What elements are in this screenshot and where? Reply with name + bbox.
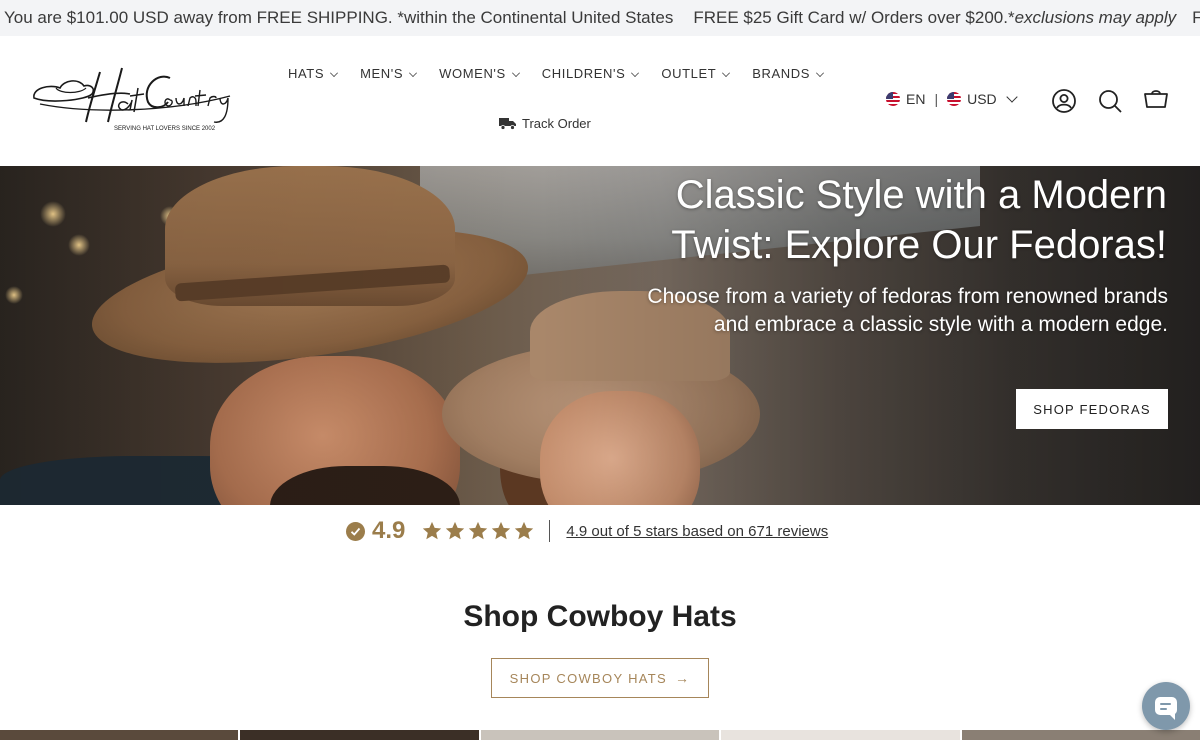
chevron-down-icon [511, 68, 520, 77]
chevron-down-icon [722, 68, 731, 77]
product-image-strip [0, 730, 1200, 740]
chat-icon [1155, 697, 1177, 720]
main-nav: HATS MEN'S WOMEN'S CHILDREN'S OUTLET BRA… [288, 66, 846, 81]
shop-fedoras-button[interactable]: SHOP FEDORAS [1016, 389, 1168, 429]
search-button[interactable] [1097, 88, 1123, 114]
hero-banner: Classic Style with a Modern Twist: Explo… [0, 166, 1200, 505]
announcement-bar: You are $101.00 USD away from FREE SHIPP… [0, 0, 1200, 36]
gift-card-note: exclusions may apply [1014, 8, 1177, 27]
product-card-image[interactable] [240, 730, 479, 740]
site-logo[interactable]: SERVING HAT LOVERS SINCE 2002 [30, 64, 235, 136]
cart-button[interactable] [1143, 88, 1169, 114]
site-header: SERVING HAT LOVERS SINCE 2002 HATS MEN'S… [0, 36, 1200, 166]
gift-card-main: FREE $25 Gift Card w/ Orders over $200.* [693, 8, 1015, 27]
chat-widget-button[interactable] [1142, 682, 1190, 730]
locale-separator: | [934, 91, 939, 107]
reviews-summary: 4.9 4.9 out of 5 stars based on 671 revi… [346, 516, 828, 546]
nav-item-label: CHILDREN'S [541, 66, 626, 81]
language-value: EN [906, 91, 926, 107]
hat-country-logo-icon: SERVING HAT LOVERS SINCE 2002 [33, 67, 231, 132]
product-card-image[interactable] [480, 730, 720, 740]
hero-title: Classic Style with a Modern Twist: Explo… [671, 173, 1167, 267]
nav-item-hats[interactable]: HATS [288, 66, 339, 81]
section-title: Shop Cowboy Hats [463, 600, 737, 633]
product-card-image[interactable] [0, 730, 239, 740]
shop-cowboy-hats-button[interactable]: SHOP COWBOY HATS → [491, 658, 709, 698]
chevron-down-icon [409, 68, 418, 77]
us-flag-icon [947, 92, 962, 106]
nav-item-label: BRANDS [752, 66, 811, 81]
product-card-image[interactable] [721, 730, 960, 740]
nav-item-childrens[interactable]: CHILDREN'S [542, 66, 640, 81]
nav-item-label: MEN'S [360, 66, 404, 81]
star-rating [421, 520, 535, 542]
logo-tagline: SERVING HAT LOVERS SINCE 2002 [114, 126, 216, 132]
nav-item-label: OUTLET [661, 66, 717, 81]
chevron-down-icon [1005, 91, 1018, 103]
currency-value: USD [967, 91, 997, 107]
reviews-divider [549, 520, 551, 542]
truck-icon [499, 118, 516, 130]
search-icon [1099, 90, 1122, 113]
shipping-message: You are $101.00 USD away from FREE SHIPP… [4, 8, 674, 27]
gift-card-message: FREE $25 Gift Card w/ Orders over $200.*… [693, 8, 1176, 28]
track-order-link[interactable]: Track Order [499, 116, 591, 131]
review-score: 4.9 [372, 517, 406, 544]
star-icon [492, 521, 511, 540]
nav-item-outlet[interactable]: OUTLET [661, 66, 731, 81]
cart-icon [1144, 90, 1168, 108]
chevron-down-icon [330, 68, 339, 77]
us-flag-icon [886, 92, 900, 106]
shop-cowboy-hats-label: SHOP COWBOY HATS [509, 670, 667, 686]
arrow-right-icon: → [675, 670, 691, 686]
nav-item-womens[interactable]: WOMEN'S [439, 66, 520, 81]
nav-item-label: HATS [288, 66, 325, 81]
chevron-down-icon [816, 68, 825, 77]
marquee-tail: F [1192, 8, 1200, 27]
locale-selector[interactable]: EN | USD [886, 91, 1018, 107]
reviews-link[interactable]: 4.9 out of 5 stars based on 671 reviews [566, 523, 828, 540]
hero-subtitle: Choose from a variety of fedoras from re… [647, 285, 1168, 336]
nav-item-mens[interactable]: MEN'S [360, 66, 418, 81]
star-icon [423, 521, 442, 540]
track-order-label: Track Order [522, 116, 591, 131]
verified-check-icon [346, 521, 365, 541]
product-card-image[interactable] [961, 730, 1200, 740]
star-icon [515, 521, 534, 540]
chevron-down-icon [631, 68, 640, 77]
star-icon [446, 521, 465, 540]
nav-item-brands[interactable]: BRANDS [752, 66, 825, 81]
account-button[interactable] [1051, 88, 1077, 114]
star-icon [469, 521, 488, 540]
account-icon [1052, 89, 1076, 113]
nav-item-label: WOMEN'S [439, 66, 506, 81]
